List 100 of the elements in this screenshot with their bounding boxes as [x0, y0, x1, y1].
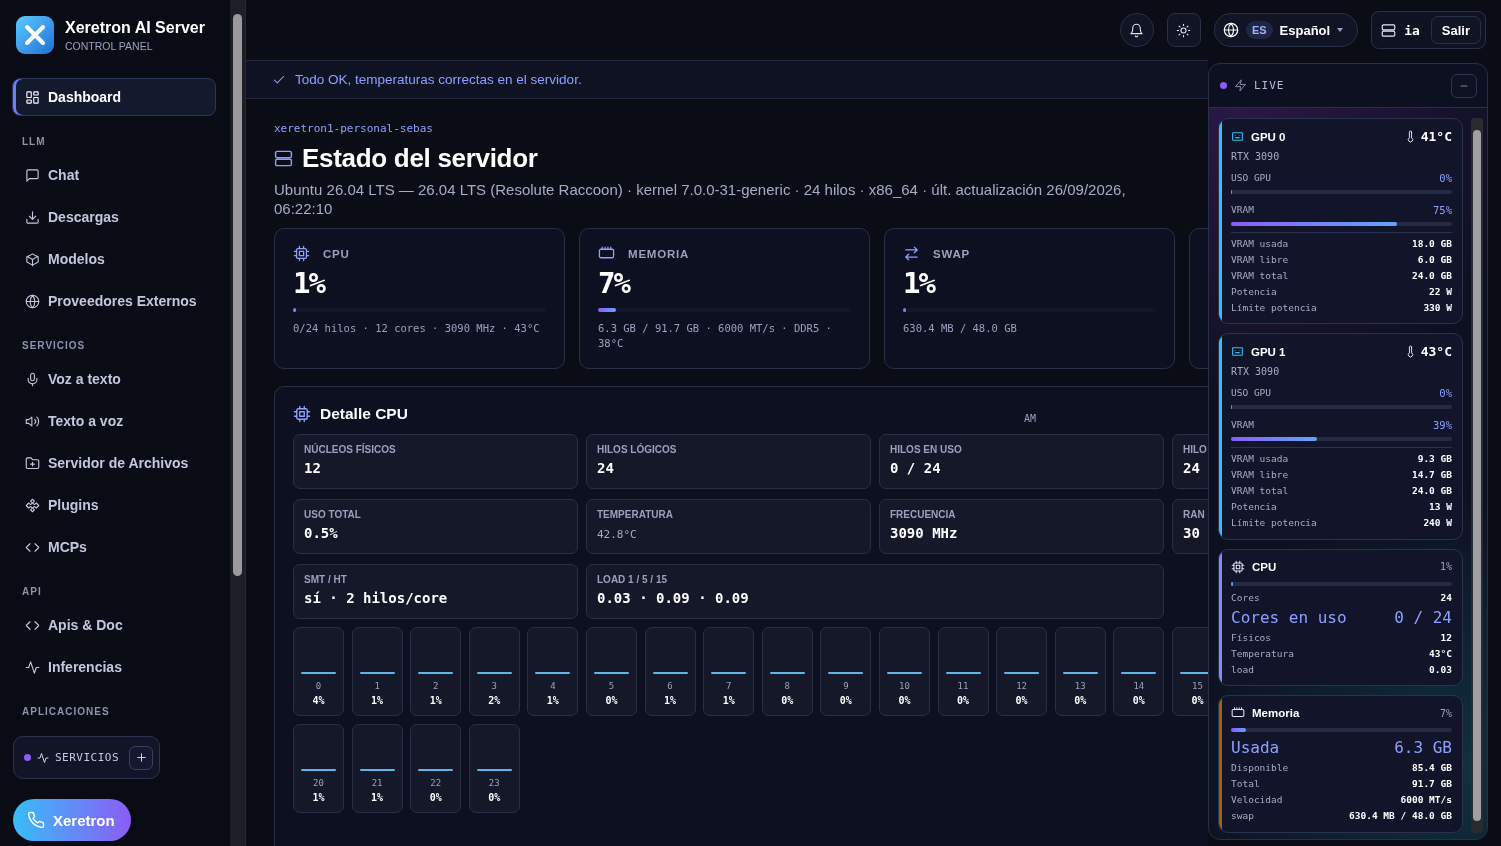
tile-label: LOAD 1 / 5 / 15	[597, 574, 669, 585]
usage-reading: 7%	[1439, 707, 1452, 719]
usage-line	[1179, 672, 1208, 674]
stat-label: MEMORIA	[628, 247, 690, 260]
stat-label: Límite potencia	[1231, 516, 1317, 531]
language-selector[interactable]: ES Español	[1213, 13, 1359, 47]
bar-reading: 0%	[1439, 172, 1452, 184]
download-icon	[25, 209, 40, 225]
usage-line	[886, 672, 922, 674]
live-dot	[1220, 82, 1227, 89]
usage-line	[1004, 672, 1040, 674]
stat-label: Velocidad	[1231, 793, 1283, 808]
gpu-icon	[1231, 345, 1244, 359]
add-button[interactable]	[129, 745, 153, 770]
tile-value: 24	[597, 460, 615, 476]
stat-value: 7%	[598, 266, 631, 300]
bar-label: VRAM	[1231, 204, 1254, 216]
core-usage: 1%	[312, 792, 325, 803]
core-usage: 1%	[664, 695, 677, 706]
scrollbar-thumb[interactable]	[233, 14, 242, 576]
sidebar-item[interactable]: Inferencias	[12, 648, 216, 686]
stat-label: VRAM usada	[1231, 237, 1289, 251]
sidebar-item[interactable]: Chat	[12, 156, 216, 194]
chat-bubble-icon	[25, 167, 40, 183]
system-info: Ubuntu 26.04 LTS — 26.04 LTS (Resolute Raccoon) · kernel 7.0.0-31-generic · 24 hilos · x86_64 · últ. actualización 26/09/2026, 06:22:10	[274, 180, 1127, 218]
microphone-icon	[25, 371, 40, 387]
tile-label: TEMPERATURA	[597, 509, 674, 520]
core-usage: 0%	[1015, 695, 1028, 706]
scrollbar-thumb[interactable]	[1473, 130, 1481, 821]
sidebar-item[interactable]: MCPs	[12, 528, 216, 566]
core-usage: 0%	[605, 695, 618, 706]
stat-label: CPU	[323, 247, 350, 260]
core-usage: 0%	[1074, 695, 1087, 706]
stat-value: 24.0 GB	[1411, 269, 1452, 283]
stat-value: 12	[1440, 630, 1452, 645]
stat-label: VRAM libre	[1231, 468, 1289, 483]
core-number: 9	[843, 681, 849, 691]
sun-icon	[1176, 22, 1192, 38]
dock-label: SERVICIOS	[55, 751, 120, 764]
sidebar-item[interactable]: Plugins	[12, 486, 216, 524]
core-number: 20	[313, 778, 324, 788]
sidebar-item[interactable]: Modelos	[12, 240, 216, 278]
sidebar-item[interactable]: Proveedores Externos	[12, 282, 216, 320]
stat-label: load	[1231, 662, 1254, 677]
chip-icon	[1231, 559, 1245, 574]
stat-detail: 630.4 MB / 48.0 GB	[903, 321, 1018, 336]
folder-plus-icon	[25, 455, 40, 471]
logout-button[interactable]: Salir	[1430, 16, 1481, 44]
sidebar-item[interactable]: Servidor de Archivos	[12, 444, 216, 482]
core-usage: 1%	[371, 695, 384, 706]
stat-label: Potencia	[1231, 285, 1277, 299]
brand-name: Xeretron AI Server	[65, 18, 205, 37]
tile-label: HILOS EN USO	[890, 444, 963, 455]
brand-subtitle: CONTROL PANEL	[65, 39, 154, 52]
bar-reading: 75%	[1433, 204, 1452, 216]
core-usage: 0%	[839, 695, 852, 706]
usage-line	[359, 769, 395, 771]
stat-label: Potencia	[1231, 500, 1277, 515]
core-number: 3	[491, 681, 497, 691]
usage-line	[652, 672, 688, 674]
tile-value: 0 / 24	[890, 460, 942, 476]
stat-label: VRAM total	[1231, 269, 1289, 283]
tile-label: HILO	[1183, 444, 1208, 455]
core-number: 14	[1133, 681, 1145, 691]
theme-button[interactable]	[1166, 13, 1201, 47]
usage-line	[476, 769, 512, 771]
stat-label: VRAM total	[1231, 484, 1289, 499]
tile-value: 3090 MHz	[890, 525, 959, 541]
stat-value: 0.03	[1429, 662, 1452, 677]
stat-label: Total	[1231, 777, 1260, 792]
sidebar-item[interactable]: Dashboard	[12, 78, 216, 116]
stat-label: Temperatura	[1231, 646, 1294, 661]
core-usage: 0%	[488, 792, 501, 803]
gpu-icon	[1231, 130, 1244, 143]
tile-label: NÚCLEOS FÍSICOS	[304, 444, 397, 455]
temperature: 43°C	[1420, 344, 1452, 360]
stat-value: 13 W	[1429, 500, 1452, 515]
core-number: 5	[608, 681, 615, 691]
core-number: 21	[371, 778, 383, 788]
card-title: CPU	[1252, 560, 1277, 573]
stat-label: Cores	[1231, 590, 1260, 605]
tile-value: 0.5%	[304, 525, 339, 541]
swap-arrows-icon	[903, 245, 920, 262]
sidebar-item[interactable]: Apis & Doc	[12, 606, 216, 644]
stat-value: 6000 MT/s	[1400, 793, 1452, 808]
sidebar-item[interactable]: Texto a voz	[12, 402, 216, 440]
usage-line	[828, 672, 864, 674]
temperature: 41°C	[1420, 129, 1452, 144]
notifications-button[interactable]	[1119, 13, 1154, 47]
bar-label: VRAM	[1231, 419, 1254, 432]
grid-icon	[25, 89, 40, 105]
stat-label: SWAP	[933, 247, 971, 260]
section-title: APLICACIONES	[22, 706, 111, 717]
stat-detail: 6.3 GB / 91.7 GB · 6000 MT/s · DDR5 · 38°C	[598, 321, 833, 351]
sidebar-item[interactable]: Descargas	[12, 198, 216, 236]
sidebar-item[interactable]: Voz a texto	[12, 360, 216, 398]
stat-value: 6.0 GB	[1417, 253, 1452, 267]
core-usage: 0%	[1132, 695, 1145, 706]
cpu-model: AM	[1023, 413, 1036, 424]
core-usage: 0%	[898, 695, 911, 706]
